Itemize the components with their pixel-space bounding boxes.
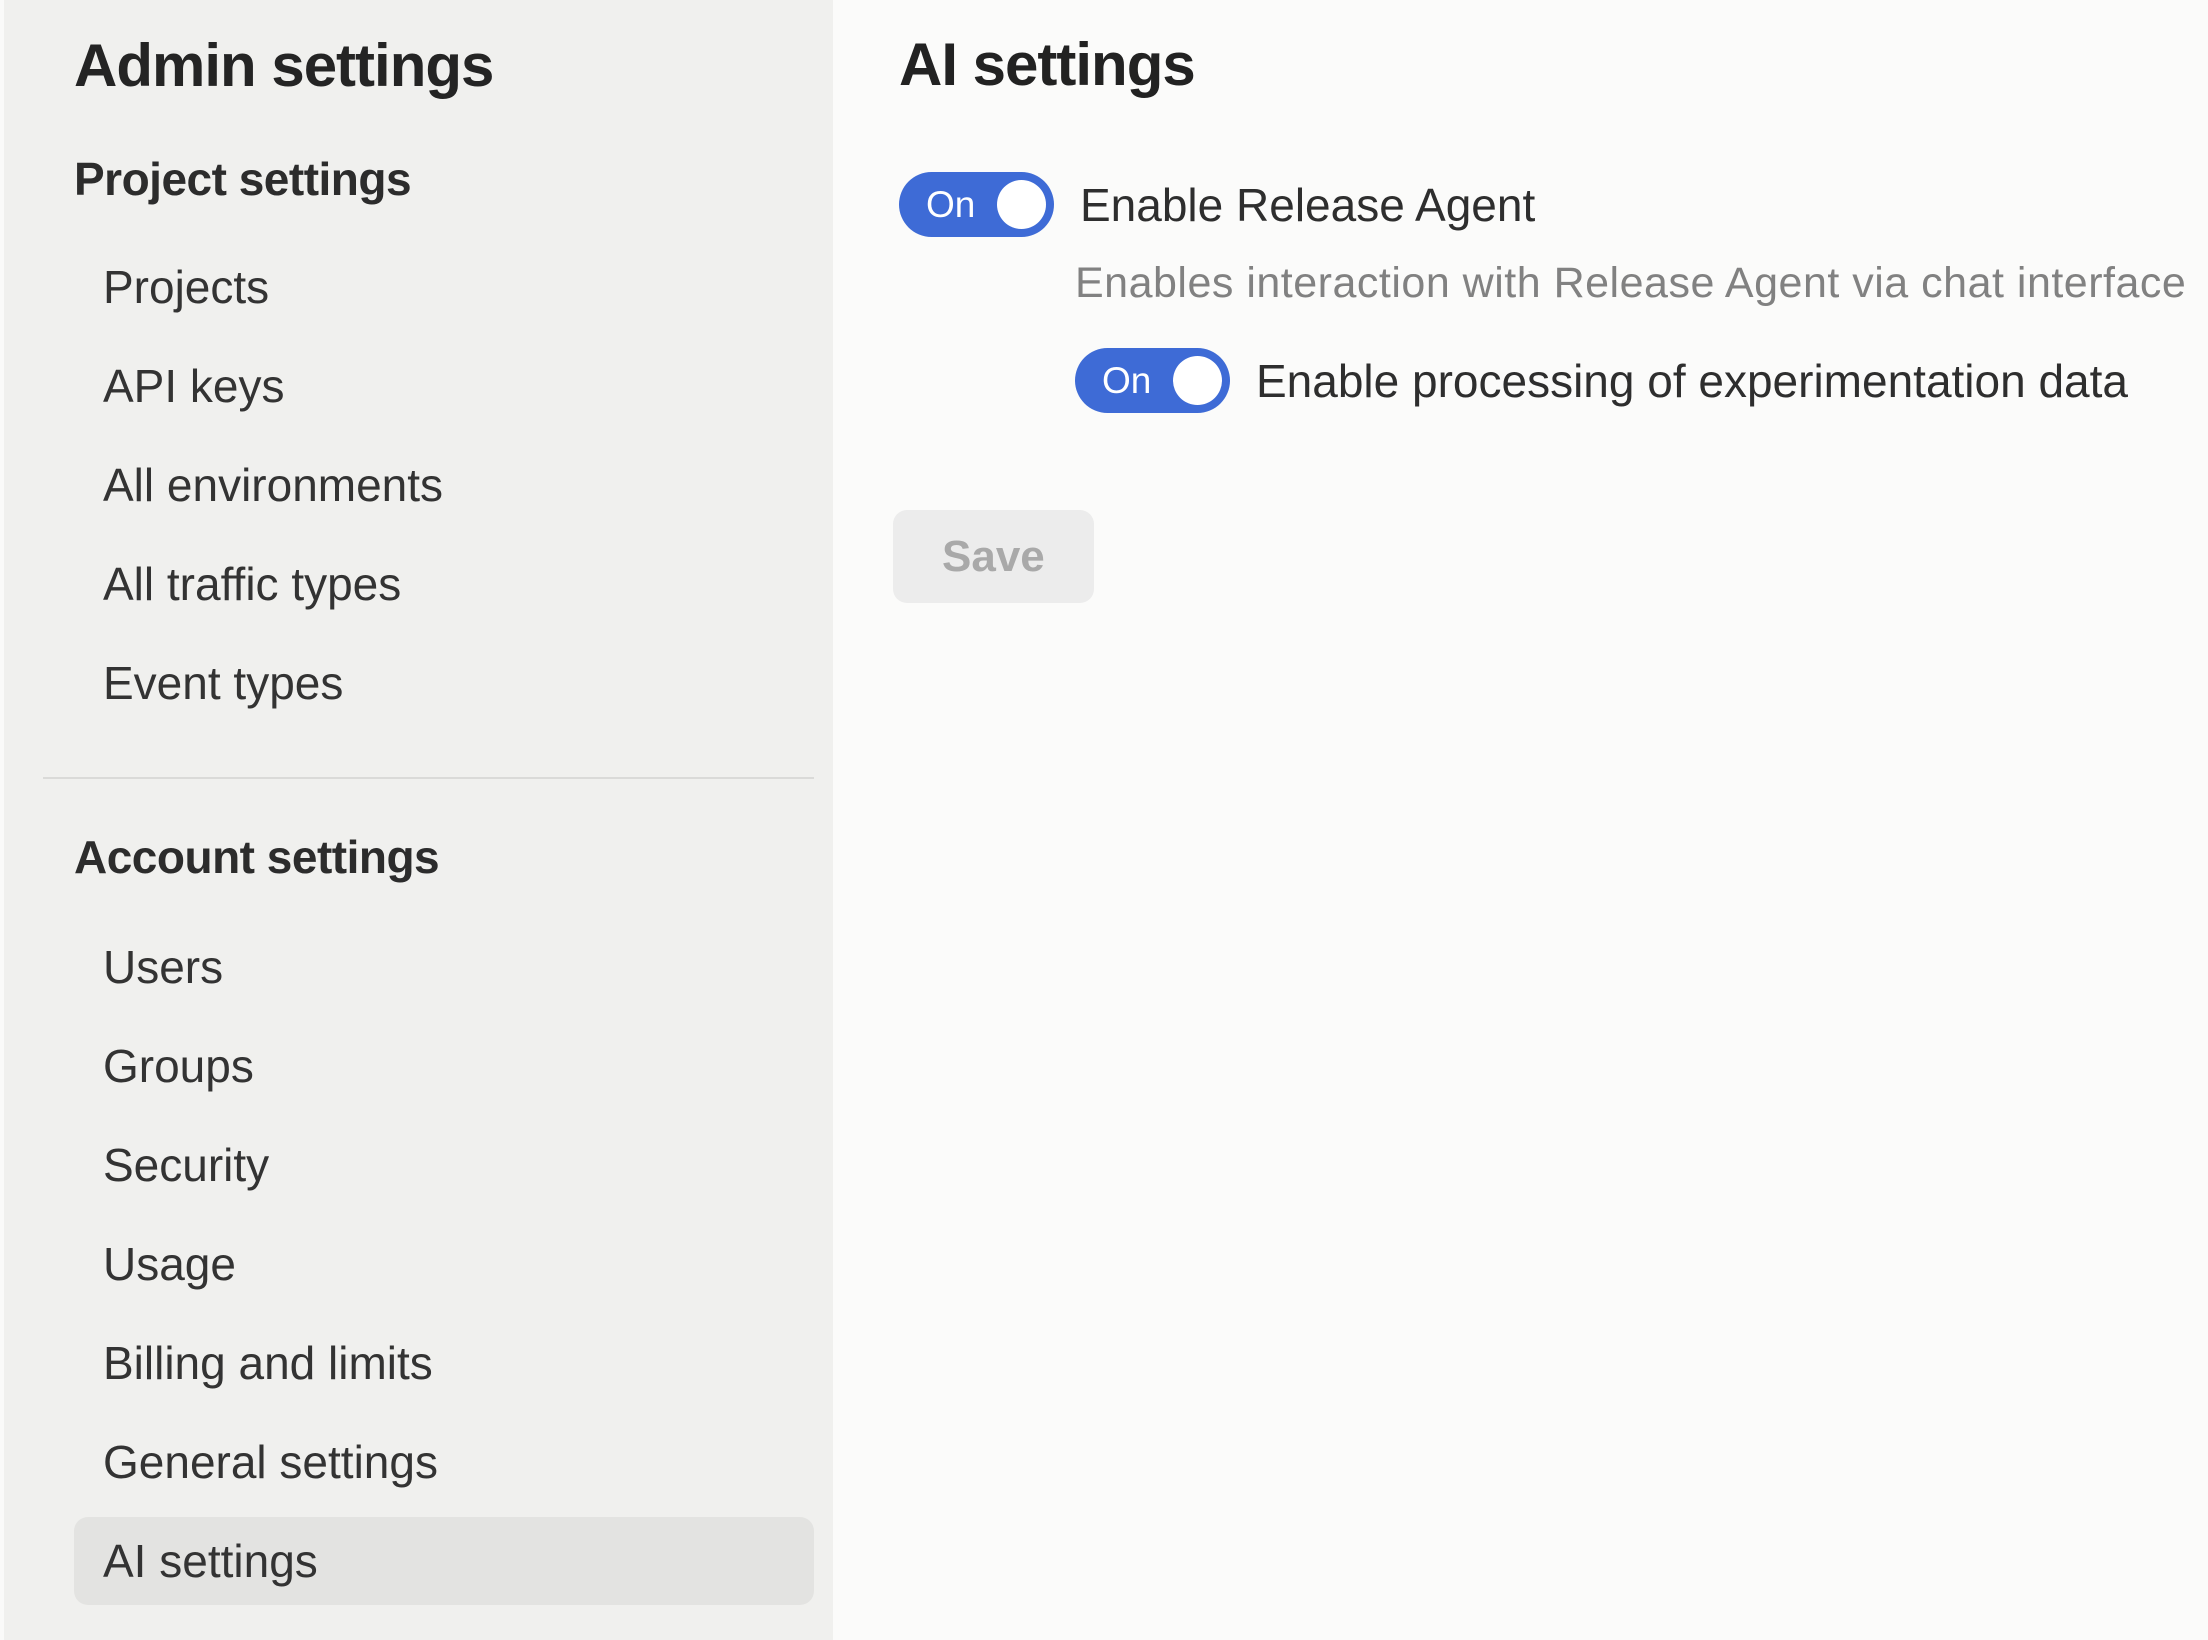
page-title: AI settings xyxy=(899,30,2208,99)
admin-settings-sidebar: Admin settings Project settings Projects… xyxy=(0,0,833,1640)
experimentation-data-toggle-row: On Enable processing of experimentation … xyxy=(1075,348,2208,413)
sidebar-item-usage[interactable]: Usage xyxy=(74,1220,814,1308)
sidebar-item-billing-and-limits[interactable]: Billing and limits xyxy=(74,1319,814,1407)
enable-experimentation-data-toggle[interactable]: On xyxy=(1075,348,1230,413)
save-button[interactable]: Save xyxy=(893,510,1094,603)
experimentation-data-toggle-label: Enable processing of experimentation dat… xyxy=(1256,354,2128,408)
toggle-knob xyxy=(1173,356,1222,405)
sidebar-item-security[interactable]: Security xyxy=(74,1121,814,1209)
release-agent-description: Enables interaction with Release Agent v… xyxy=(1075,258,2208,308)
ai-settings-panel: AI settings On Enable Release Agent Enab… xyxy=(833,0,2208,1640)
project-settings-nav: Projects API keys All environments All t… xyxy=(74,243,814,727)
sidebar-item-all-environments[interactable]: All environments xyxy=(74,441,814,529)
account-settings-nav: Users Groups Security Usage Billing and … xyxy=(74,923,814,1605)
sidebar-title: Admin settings xyxy=(74,30,814,102)
sidebar-item-event-types[interactable]: Event types xyxy=(74,639,814,727)
enable-release-agent-toggle[interactable]: On xyxy=(899,172,1054,237)
sidebar-item-projects[interactable]: Projects xyxy=(74,243,814,331)
sidebar-item-users[interactable]: Users xyxy=(74,923,814,1011)
toggle-state-label: On xyxy=(1102,360,1151,402)
sidebar-item-general-settings[interactable]: General settings xyxy=(74,1418,814,1506)
sidebar-divider xyxy=(43,777,814,779)
section-header-project-settings: Project settings xyxy=(74,154,814,204)
toggle-knob xyxy=(997,180,1046,229)
sidebar-item-all-traffic-types[interactable]: All traffic types xyxy=(74,540,814,628)
section-header-account-settings: Account settings xyxy=(74,832,814,882)
sidebar-item-groups[interactable]: Groups xyxy=(74,1022,814,1110)
release-agent-toggle-row: On Enable Release Agent xyxy=(899,172,2208,237)
release-agent-toggle-label: Enable Release Agent xyxy=(1080,178,1535,232)
sidebar-item-ai-settings[interactable]: AI settings xyxy=(74,1517,814,1605)
sidebar-item-api-keys[interactable]: API keys xyxy=(74,342,814,430)
toggle-state-label: On xyxy=(926,184,975,226)
